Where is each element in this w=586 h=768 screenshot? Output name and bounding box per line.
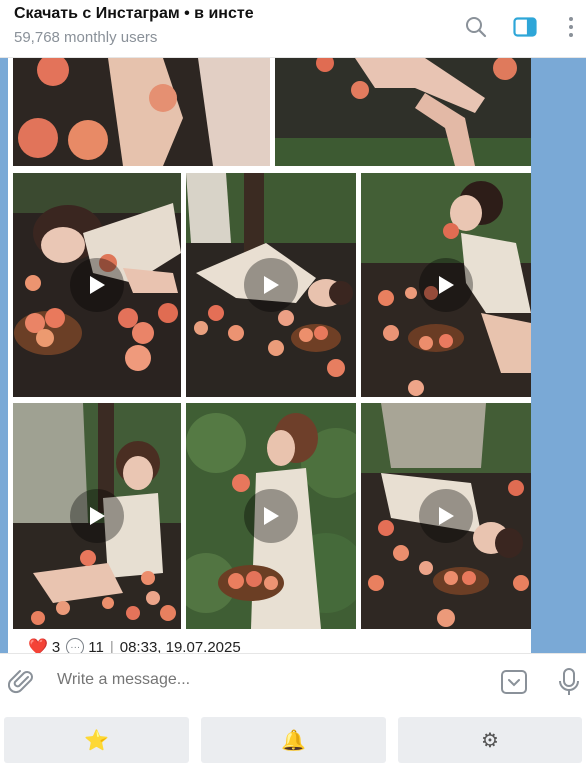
album-photo[interactable]: [13, 58, 270, 166]
album-photo[interactable]: [275, 58, 531, 166]
message-input[interactable]: [57, 671, 457, 689]
keyboard-button-bell[interactable]: 🔔: [201, 717, 386, 763]
comments-count[interactable]: 11: [88, 639, 104, 654]
message-composer: [0, 653, 586, 709]
play-icon[interactable]: [70, 489, 124, 543]
bot-keyboard-icon[interactable]: [500, 668, 528, 696]
star-icon: ⭐: [84, 729, 109, 752]
album-video[interactable]: [13, 173, 181, 397]
keyboard-button-star[interactable]: ⭐: [4, 717, 189, 763]
gear-icon: ⚙: [481, 729, 499, 752]
bell-icon: 🔔: [281, 729, 306, 752]
album-video[interactable]: [13, 403, 181, 629]
chat-area[interactable]: ❤️ 3 ··· 11 | 08:33, 19.07.2025: [0, 58, 586, 653]
meta-separator: |: [109, 638, 114, 654]
more-options-icon[interactable]: [558, 14, 584, 40]
channel-subscribers: 59,768 monthly users: [14, 29, 158, 46]
play-icon[interactable]: [244, 489, 298, 543]
attach-icon[interactable]: [7, 668, 36, 696]
album-video[interactable]: [186, 173, 356, 397]
play-icon[interactable]: [419, 489, 473, 543]
play-icon[interactable]: [419, 258, 473, 312]
microphone-icon[interactable]: [557, 667, 581, 697]
side-panel-icon[interactable]: [512, 14, 538, 40]
play-icon[interactable]: [70, 258, 124, 312]
album-video[interactable]: [361, 403, 531, 629]
reaction-count: 3: [51, 638, 61, 654]
message-timestamp: 08:33, 19.07.2025: [119, 638, 241, 654]
play-icon[interactable]: [244, 258, 298, 312]
keyboard-button-settings[interactable]: ⚙: [398, 717, 582, 763]
bot-keyboard: ⭐ 🔔 ⚙: [0, 709, 586, 768]
album-video[interactable]: [361, 173, 531, 397]
search-icon[interactable]: [463, 14, 489, 40]
heart-icon[interactable]: ❤️: [28, 637, 48, 653]
album-video[interactable]: [186, 403, 356, 629]
album-message[interactable]: ❤️ 3 ··· 11 | 08:33, 19.07.2025: [8, 58, 531, 653]
chat-header[interactable]: Скачать с Инстаграм • в инсте 59,768 mon…: [0, 0, 586, 58]
channel-title[interactable]: Скачать с Инстаграм • в инсте: [14, 5, 254, 23]
comments-icon[interactable]: ···: [66, 638, 85, 653]
message-meta: ❤️ 3 ··· 11 | 08:33, 19.07.2025: [28, 637, 241, 653]
